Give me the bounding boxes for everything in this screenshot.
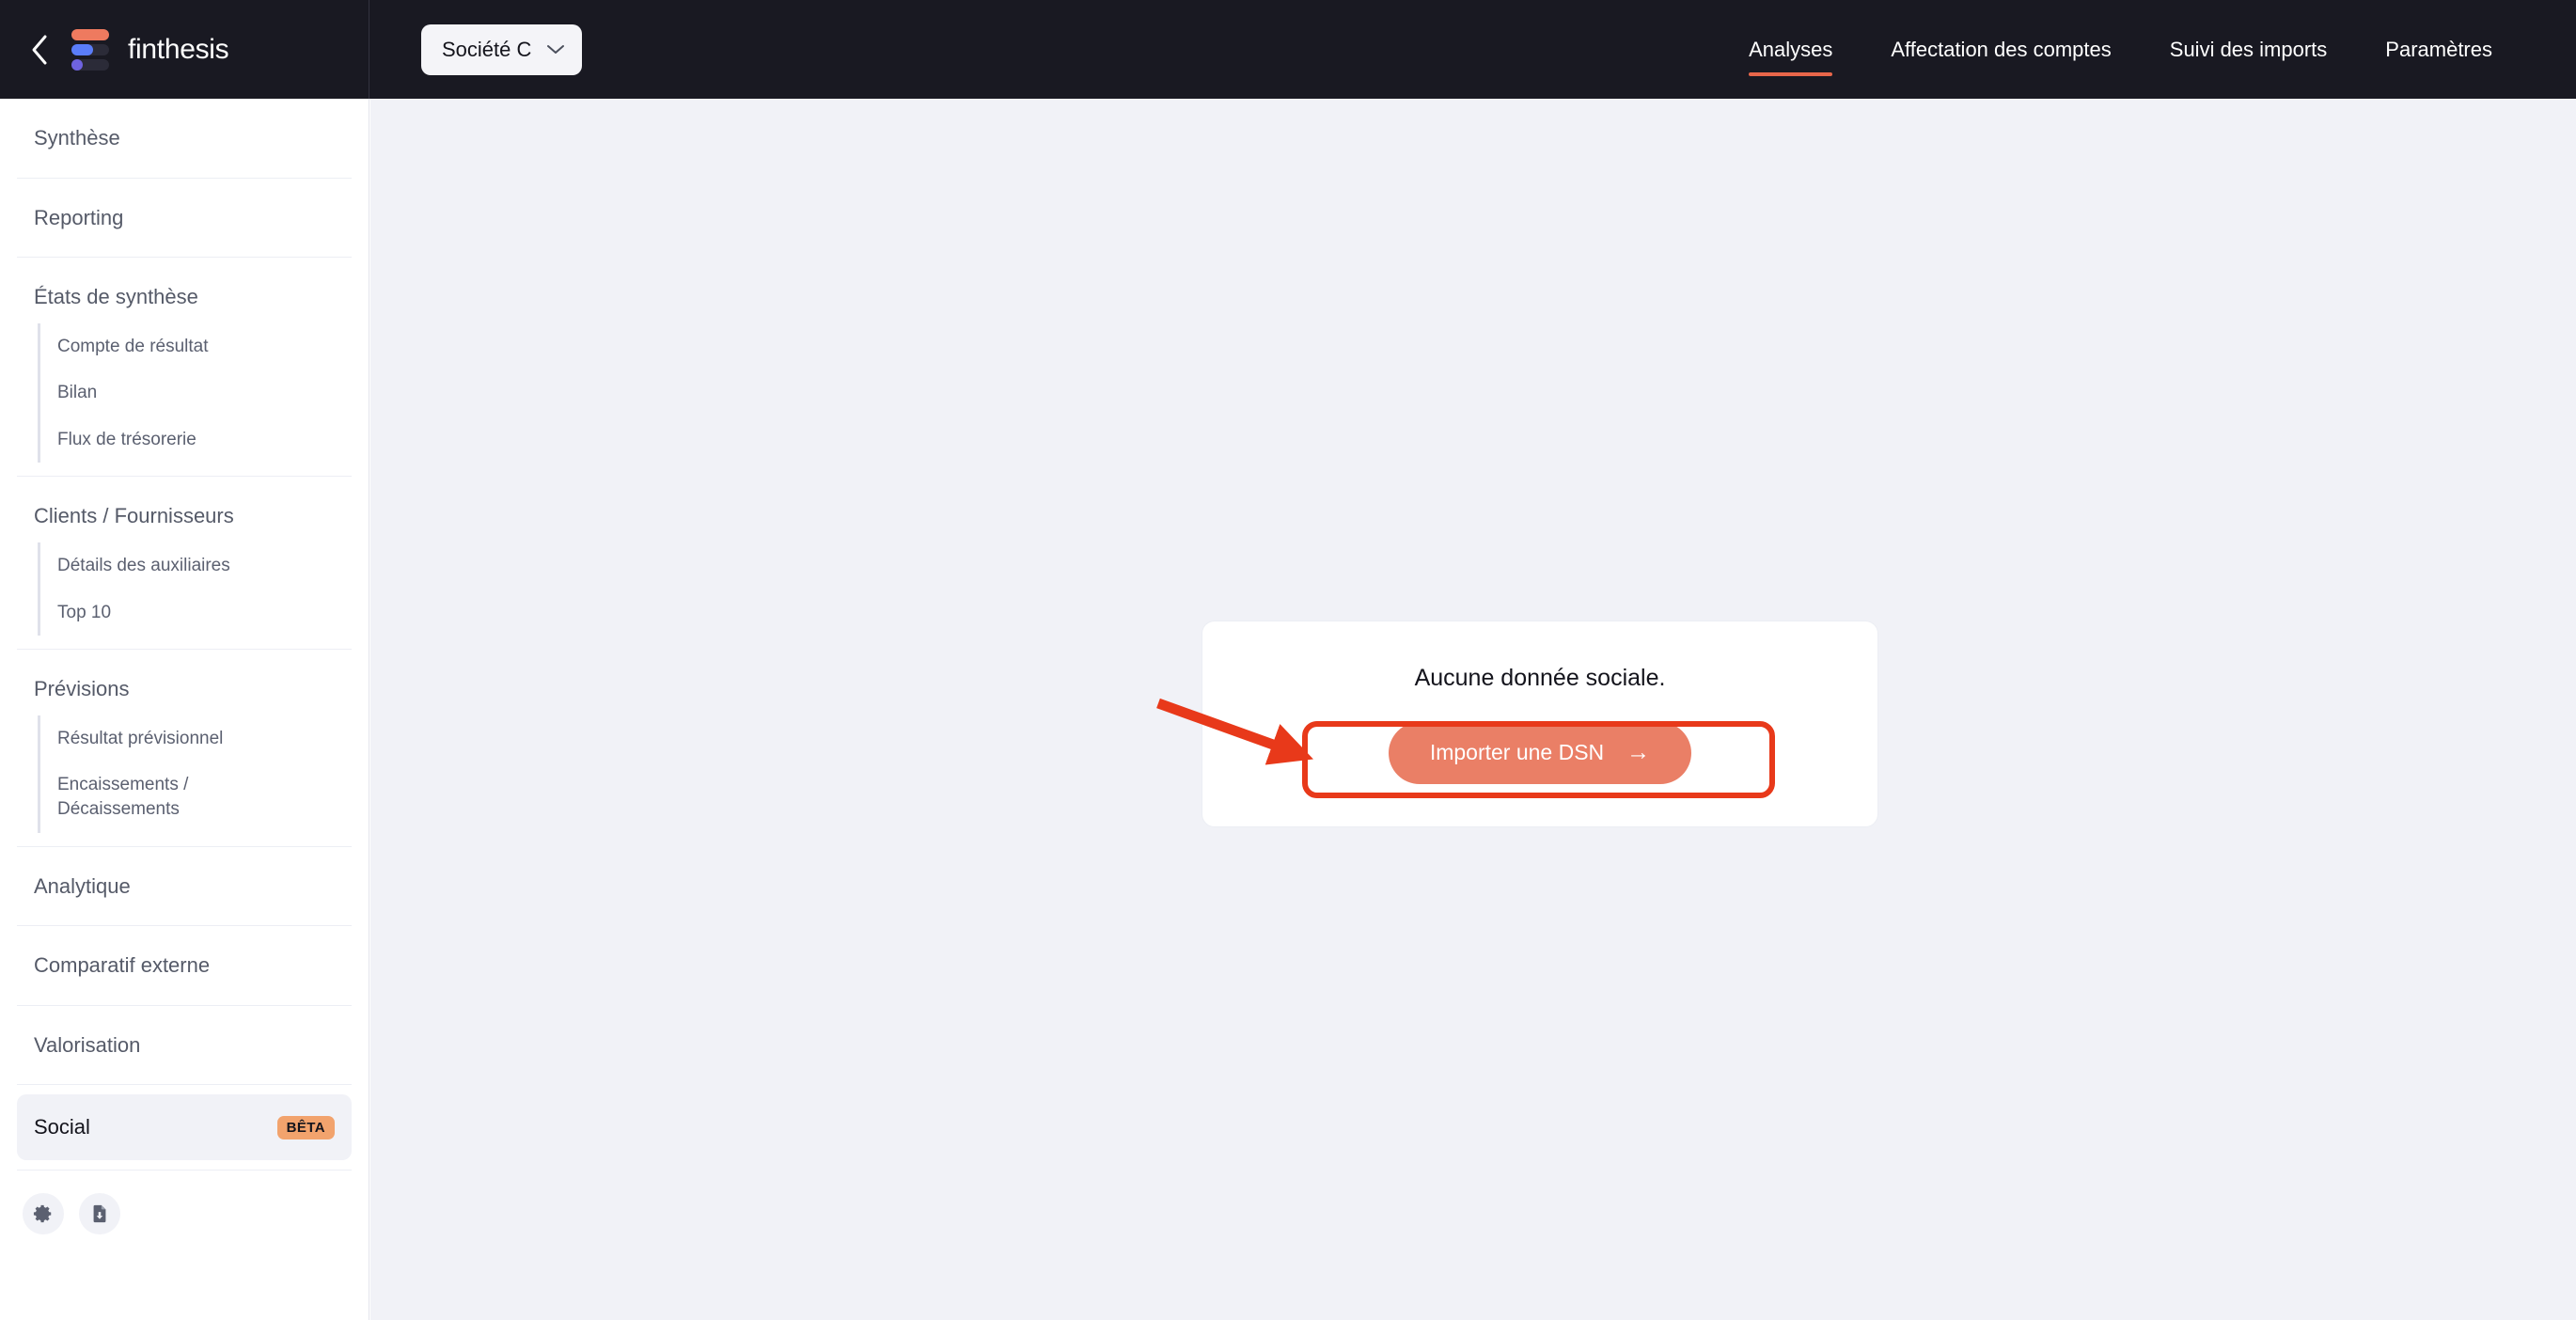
sidebar-group-previsions: Prévisions Résultat prévisionnel Encaiss…	[17, 650, 352, 847]
brand-name: finthesis	[128, 33, 229, 65]
company-selector[interactable]: Société C	[421, 24, 583, 75]
sidebar-item-details-des-auxiliaires[interactable]: Détails des auxiliaires	[38, 542, 352, 589]
sidebar-item-synthese[interactable]: Synthèse	[17, 99, 352, 178]
tab-suivi-des-imports[interactable]: Suivi des imports	[2141, 0, 2357, 99]
sidebar-group-reporting: Reporting	[17, 179, 352, 258]
sidebar-item-social-label: Social	[34, 1115, 90, 1139]
tab-parametres[interactable]: Paramètres	[2356, 0, 2521, 99]
export-button[interactable]	[79, 1193, 120, 1235]
tab-analyses[interactable]: Analyses	[1720, 0, 1861, 99]
sidebar-item-encaissements-decaissements[interactable]: Encaissements / Décaissements	[38, 762, 226, 833]
sidebar-group-analytique: Analytique	[17, 847, 352, 927]
chevron-left-icon	[32, 35, 47, 64]
tab-affectation-des-comptes[interactable]: Affectation des comptes	[1861, 0, 2140, 99]
sidebar-item-etats-de-synthese[interactable]: États de synthèse	[17, 258, 352, 323]
tab-affectation-des-comptes-label: Affectation des comptes	[1891, 37, 2112, 61]
sidebar-item-top-10[interactable]: Top 10	[38, 589, 352, 636]
gear-icon	[33, 1204, 52, 1223]
empty-state-message: Aucune donnée sociale.	[1414, 664, 1666, 691]
sidebar-item-bilan[interactable]: Bilan	[38, 369, 352, 416]
arrow-right-icon: →	[1626, 739, 1651, 765]
sidebar-group-clients-fournisseurs: Clients / Fournisseurs Détails des auxil…	[17, 477, 352, 651]
status-badge-beta: BÊTA	[276, 1115, 335, 1139]
sidebar-item-comparatif-externe[interactable]: Comparatif externe	[17, 926, 352, 1005]
sidebar-item-social[interactable]: Social BÊTA	[17, 1094, 352, 1161]
sidebar-item-analytique[interactable]: Analytique	[17, 847, 352, 926]
sidebar-group-synthese: Synthèse	[17, 99, 352, 179]
settings-button[interactable]	[23, 1193, 64, 1235]
top-bar: finthesis Société C Analyses Affectation…	[0, 0, 2576, 99]
back-button[interactable]	[21, 31, 58, 69]
sidebar-item-reporting[interactable]: Reporting	[17, 179, 352, 258]
finthesis-logo-icon	[71, 28, 115, 71]
tab-parametres-label: Paramètres	[2385, 37, 2492, 61]
file-download-icon	[93, 1204, 106, 1223]
import-dsn-button-label: Importer une DSN	[1429, 740, 1605, 764]
sidebar-item-clients-fournisseurs[interactable]: Clients / Fournisseurs	[17, 477, 352, 542]
sidebar-group-comparatif-externe: Comparatif externe	[17, 926, 352, 1006]
main-content: Aucune donnée sociale. Importer une DSN …	[370, 99, 2576, 1320]
import-dsn-button[interactable]: Importer une DSN →	[1388, 721, 1692, 784]
sidebar: Synthèse Reporting États de synthèse Com…	[0, 99, 369, 1320]
sidebar-item-flux-de-tresorerie[interactable]: Flux de trésorerie	[38, 416, 352, 464]
empty-state-card: Aucune donnée sociale. Importer une DSN …	[1202, 621, 1878, 827]
sidebar-item-previsions[interactable]: Prévisions	[17, 650, 352, 715]
brand-area: finthesis	[0, 0, 369, 99]
top-navigation: Analyses Affectation des comptes Suivi d…	[1720, 0, 2576, 99]
sidebar-item-valorisation[interactable]: Valorisation	[17, 1006, 352, 1085]
sidebar-group-social: Social BÊTA	[17, 1094, 352, 1171]
sidebar-item-resultat-previsionnel[interactable]: Résultat prévisionnel	[38, 715, 352, 762]
tab-analyses-label: Analyses	[1749, 37, 1833, 61]
sidebar-group-etats-de-synthese: États de synthèse Compte de résultat Bil…	[17, 258, 352, 478]
sidebar-footer	[17, 1171, 352, 1235]
company-selector-value: Société C	[442, 37, 532, 61]
tab-suivi-des-imports-label: Suivi des imports	[2169, 37, 2328, 61]
chevron-down-icon	[546, 43, 565, 55]
sidebar-item-compte-de-resultat[interactable]: Compte de résultat	[38, 322, 352, 370]
sidebar-group-valorisation: Valorisation	[17, 1006, 352, 1086]
